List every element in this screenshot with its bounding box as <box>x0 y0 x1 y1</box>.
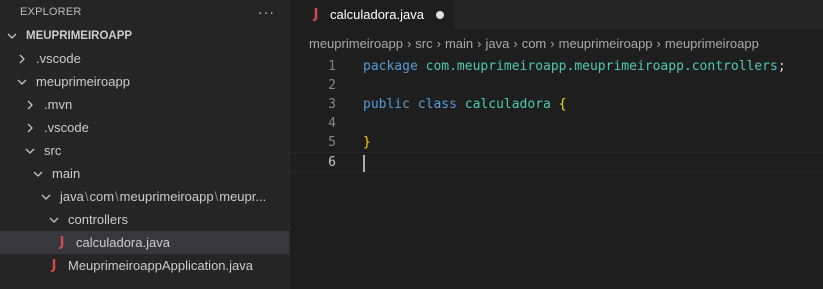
tree-item-label: calculadora.java <box>76 235 170 250</box>
code-line[interactable]: 5 } <box>290 133 823 152</box>
tree-item-vscode[interactable]: .vscode <box>0 47 289 70</box>
chevron-down-icon <box>14 74 30 90</box>
unsaved-dot-icon[interactable] <box>435 10 444 19</box>
breadcrumb: meuprimeiroapp › src › main › java › com… <box>290 29 823 57</box>
tree-item-src[interactable]: src <box>0 139 289 162</box>
tree-item-label: src <box>44 143 62 158</box>
tree-item-label: .vscode <box>44 120 89 135</box>
breadcrumb-item[interactable]: meuprimeiroapp <box>309 36 403 51</box>
code-line[interactable]: 1 package com.meuprimeiroapp.meuprimeiro… <box>290 57 823 76</box>
explorer-sidebar: EXPLORER ··· MEUPRIMEIROAPP .vscode meup… <box>0 0 290 289</box>
tree-path-segment: java <box>60 189 84 204</box>
code-line[interactable]: 2 <box>290 76 823 95</box>
tree-path-segment: com <box>89 189 115 204</box>
path-separator: \ <box>214 189 219 204</box>
keyword-token: class <box>417 97 457 112</box>
tab-label: calculadora.java <box>330 7 424 22</box>
chevron-right-icon: › <box>513 35 518 51</box>
code-editor[interactable]: 1 package com.meuprimeiroapp.meuprimeiro… <box>290 57 823 173</box>
tab-bar: J calculadora.java <box>290 0 823 29</box>
tree-item-calculadora-java[interactable]: J calculadora.java <box>0 231 289 254</box>
explorer-header: EXPLORER ··· <box>0 0 289 24</box>
tree-item-label: controllers <box>68 212 128 227</box>
tree-item-label: .mvn <box>44 97 73 112</box>
breadcrumb-item[interactable]: meuprimeiroapp <box>559 36 653 51</box>
tree-item-label: main <box>52 166 81 181</box>
keyword-token: public <box>363 97 410 112</box>
java-file-icon: J <box>59 235 65 250</box>
chevron-right-icon <box>22 97 38 113</box>
editor-area: J calculadora.java meuprimeiroapp › src … <box>290 0 823 289</box>
line-content: } <box>363 135 371 150</box>
workspace-root[interactable]: MEUPRIMEIROAPP <box>0 24 289 47</box>
tree-item-meuprimeiroapp-application[interactable]: J MeuprimeiroappApplication.java <box>0 254 289 277</box>
line-number: 6 <box>328 155 336 170</box>
chevron-down-icon <box>4 28 20 44</box>
chevron-right-icon: › <box>550 35 555 51</box>
chevron-right-icon: › <box>656 35 661 51</box>
line-content: package com.meuprimeiroapp.meuprimeiroap… <box>363 59 786 74</box>
line-number: 4 <box>328 116 336 131</box>
tree-path-segment: meupr... <box>219 189 267 204</box>
tab-calculadora-java[interactable]: J calculadora.java <box>290 0 454 29</box>
breadcrumb-item[interactable]: com <box>522 36 547 51</box>
brace-token: } <box>363 135 371 150</box>
brace-token: { <box>558 97 567 112</box>
tree-item-vscode-inner[interactable]: .vscode <box>0 116 289 139</box>
line-content: public class calculadora { <box>363 97 567 112</box>
chevron-right-icon <box>14 51 30 67</box>
tree-item-label: .vscode <box>36 51 81 66</box>
semicolon-token: ; <box>777 59 786 74</box>
tree-path-segment: meuprimeiroapp <box>119 189 214 204</box>
chevron-down-icon <box>22 143 38 159</box>
line-number: 1 <box>328 59 336 74</box>
keyword-token: package <box>363 59 418 74</box>
code-line[interactable]: 3 public class calculadora { <box>290 95 823 114</box>
chevron-down-icon <box>38 189 54 205</box>
tree-item-meuprimeiroapp[interactable]: meuprimeiroapp <box>0 70 289 93</box>
line-number: 3 <box>328 97 336 112</box>
tree-item-mvn[interactable]: .mvn <box>0 93 289 116</box>
path-separator: \ <box>115 189 119 204</box>
text-cursor <box>363 155 365 172</box>
java-file-icon: J <box>51 258 57 273</box>
code-line[interactable]: 4 <box>290 114 823 133</box>
java-file-icon: J <box>313 7 319 22</box>
code-line-current[interactable]: 6 <box>290 152 823 173</box>
tree-item-main[interactable]: main <box>0 162 289 185</box>
breadcrumb-item[interactable]: meuprimeiroapp <box>665 36 759 51</box>
package-name-token: com.meuprimeiroapp.meuprimeiroapp.contro… <box>425 59 778 74</box>
chevron-right-icon: › <box>477 35 482 51</box>
chevron-down-icon <box>46 212 62 228</box>
chevron-right-icon: › <box>436 35 441 51</box>
more-actions-icon[interactable]: ··· <box>258 4 275 20</box>
tree-item-java-package-path[interactable]: java \ com \ meuprimeiroapp \ meupr... <box>0 185 289 208</box>
line-number: 2 <box>328 78 336 93</box>
explorer-title: EXPLORER <box>20 6 82 18</box>
chevron-down-icon <box>30 166 46 182</box>
tree-item-controllers[interactable]: controllers <box>0 208 289 231</box>
class-name-token: calculadora <box>464 97 551 112</box>
tree-item-label: meuprimeiroapp <box>36 74 130 89</box>
path-separator: \ <box>84 189 89 204</box>
chevron-right-icon <box>22 120 38 136</box>
tree-item-label: MeuprimeiroappApplication.java <box>68 258 253 273</box>
line-number: 5 <box>328 135 336 150</box>
chevron-right-icon: › <box>406 35 412 51</box>
workspace-root-label: MEUPRIMEIROAPP <box>26 29 133 42</box>
breadcrumb-item[interactable]: main <box>445 36 473 51</box>
breadcrumb-item[interactable]: src <box>415 36 432 51</box>
breadcrumb-item[interactable]: java <box>486 36 510 51</box>
